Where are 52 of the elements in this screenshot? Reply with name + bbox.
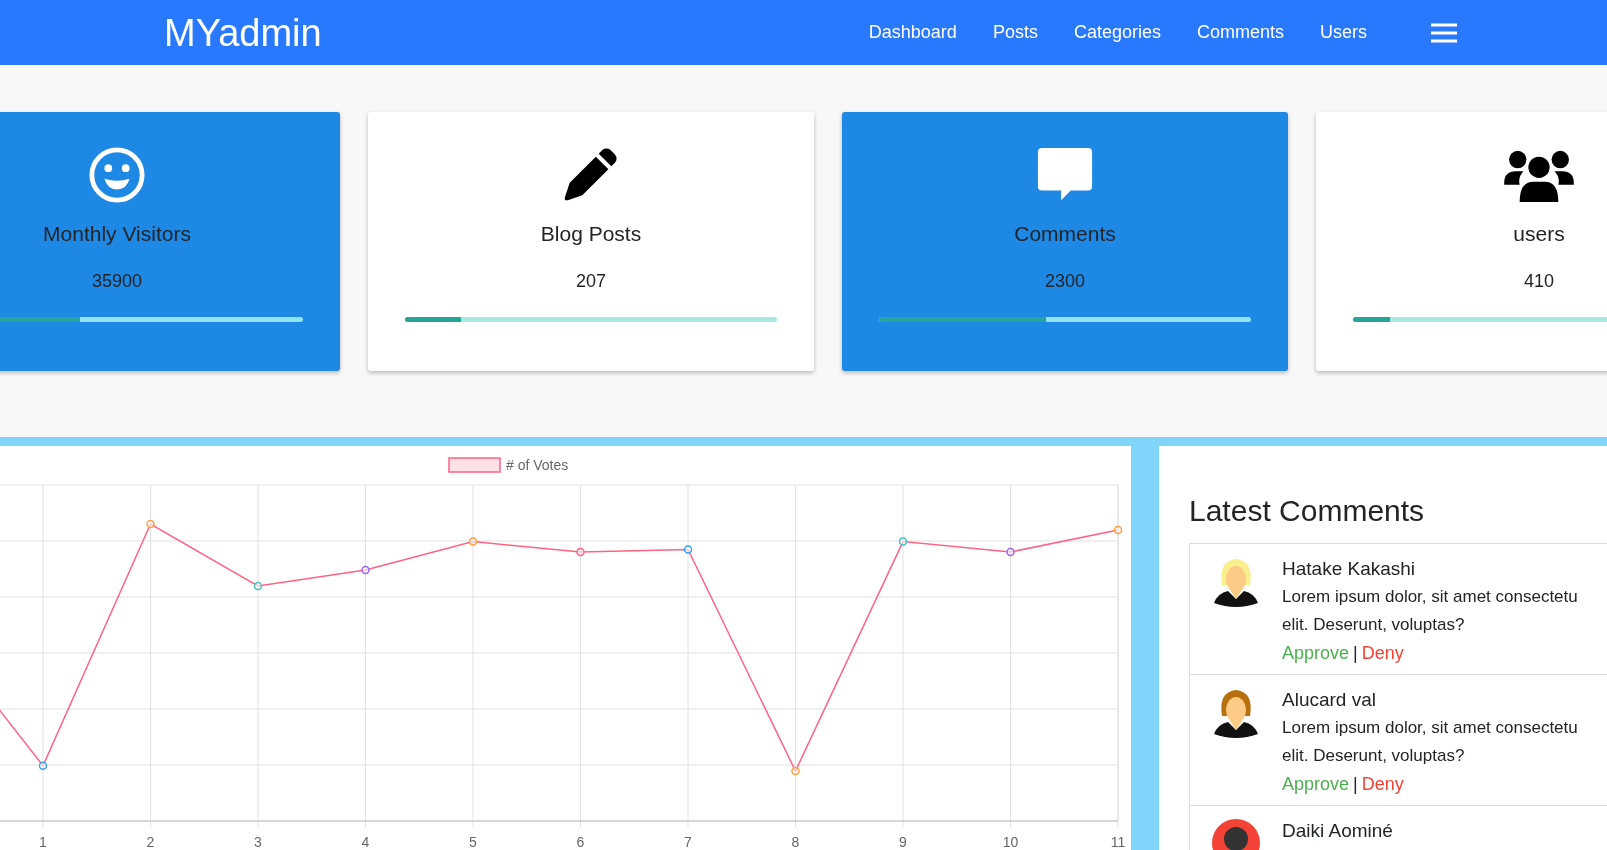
comment-text: Lorem ipsum dolor, sit amet consectetu elit. Deserunt, voluptas? <box>1282 586 1578 636</box>
commenter-name: Daiki Aominé <box>1282 819 1393 843</box>
nav-link[interactable]: Comments <box>1178 19 1302 46</box>
x-axis-label: 11 <box>1110 834 1126 850</box>
stat-value: 2300 <box>1043 269 1086 293</box>
legend-swatch <box>448 457 501 473</box>
data-point <box>791 766 800 776</box>
smiley-icon <box>88 146 146 204</box>
approve-link[interactable]: Approve <box>1282 770 1350 798</box>
stat-value: 35900 <box>90 269 144 293</box>
approve-link[interactable]: Approve <box>1282 639 1350 667</box>
deny-link[interactable]: Deny <box>1361 770 1404 798</box>
commenter-name: Hatake Kakashi <box>1282 557 1417 581</box>
x-axis-label: 9 <box>899 834 907 850</box>
stat-title: Blog Posts <box>539 221 643 247</box>
stat-title: users <box>1512 221 1566 247</box>
data-point <box>468 537 478 546</box>
x-axis-label: 2 <box>146 834 155 850</box>
data-point <box>253 581 263 591</box>
separator: | <box>1353 773 1358 796</box>
comment-text: Lorem ipsum dolor, sit amet consectetu elit. Deserunt, voluptas? <box>1282 717 1578 767</box>
nav-link[interactable]: Categories <box>1055 19 1179 46</box>
x-axis-label: 7 <box>684 834 692 850</box>
data-point <box>146 519 155 529</box>
x-axis-label: 3 <box>254 834 262 850</box>
x-axis-label: 8 <box>791 834 800 850</box>
section-heading: Latest Comments <box>1189 493 1426 529</box>
separator: | <box>1353 642 1358 665</box>
stat-value: 207 <box>574 269 607 293</box>
data-point <box>1006 547 1015 557</box>
x-axis-label: 10 <box>1002 834 1019 850</box>
data-point <box>898 537 908 546</box>
x-axis-label: 5 <box>469 834 477 850</box>
stat-value: 410 <box>1522 269 1555 293</box>
nav-link[interactable]: Dashboard <box>850 19 975 46</box>
legend-label: # of Votes <box>506 457 569 473</box>
x-axis-label: 4 <box>361 834 370 850</box>
x-axis-label: 1 <box>39 834 47 850</box>
nav-link[interactable]: Posts <box>974 19 1056 46</box>
x-axis-label: 6 <box>576 834 585 850</box>
menu-icon[interactable] <box>1431 22 1457 43</box>
stat-title: Comments <box>1013 221 1117 247</box>
data-point <box>1113 525 1123 535</box>
data-point <box>38 761 48 770</box>
data-point <box>576 547 585 557</box>
data-point <box>361 565 370 575</box>
commenter-name: Alucard val <box>1282 688 1377 712</box>
data-point <box>683 545 693 554</box>
nav-link[interactable]: Users <box>1302 19 1385 46</box>
deny-link[interactable]: Deny <box>1361 639 1404 667</box>
stat-title: Monthly Visitors <box>42 221 192 247</box>
brand-logo-text: MYadmin <box>164 13 322 52</box>
